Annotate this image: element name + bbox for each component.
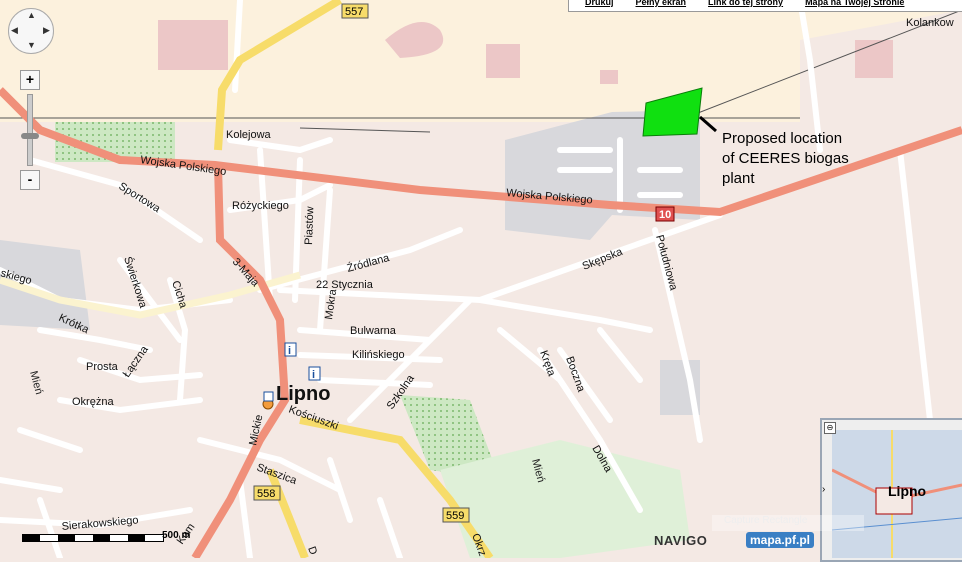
- svg-text:558: 558: [257, 488, 275, 500]
- annotation-line-2: of CEERES biogas: [722, 150, 849, 167]
- navigo-logo: NAVIGO: [654, 533, 708, 548]
- mapa-pf-logo[interactable]: mapa.pf.pl: [746, 532, 815, 548]
- pan-left-icon[interactable]: ◀: [11, 25, 18, 36]
- scale-bar: [22, 534, 164, 542]
- street-label-prosta: Prosta: [86, 361, 119, 373]
- street-label-kilinskiego: Kilińskiego: [352, 349, 405, 361]
- overview-map[interactable]: Lipno ⊖: [820, 418, 962, 562]
- building-block: [158, 20, 228, 70]
- building-block: [600, 70, 618, 84]
- overview-toggle-icon[interactable]: ›: [822, 484, 825, 495]
- building-block: [486, 44, 520, 78]
- poi-icon[interactable]: [263, 391, 274, 402]
- zoom-slider-track[interactable]: [21, 94, 39, 166]
- pan-control[interactable]: ▲ ◀ ▶ ▼: [8, 8, 54, 54]
- zoom-control: + -: [20, 70, 40, 190]
- map-canvas[interactable]: Proposed location of CEERES biogas plant…: [0, 0, 962, 558]
- route-shield-558: 558: [253, 485, 281, 501]
- link-to-page[interactable]: Link do tej strony: [692, 0, 789, 11]
- zoom-in-button[interactable]: +: [20, 70, 40, 90]
- zoom-out-button[interactable]: -: [20, 170, 40, 190]
- svg-text:557: 557: [345, 6, 363, 18]
- overview-city-label: Lipno: [888, 483, 927, 499]
- print-link[interactable]: Drukuj: [569, 0, 620, 11]
- city-label-lipno: Lipno: [276, 383, 330, 405]
- street-label-piastow: Piastów: [303, 206, 316, 245]
- street-label-bulwarna: Bulwarna: [350, 325, 397, 337]
- map-on-your-site-link[interactable]: Mapa na Twojej Stronie: [789, 0, 910, 11]
- route-shield-559: 559: [442, 507, 470, 523]
- fullscreen-link[interactable]: Pełny ekran: [620, 0, 693, 11]
- building-block: [855, 40, 893, 78]
- top-links-bar: Drukuj Pełny ekran Link do tej strony Ma…: [568, 0, 962, 12]
- svg-text:10: 10: [659, 209, 671, 221]
- street-label-okrezna: Okrężna: [72, 396, 114, 408]
- route-shield-10: 10: [655, 206, 675, 222]
- info-point-glyph: i: [312, 369, 315, 381]
- street-label-22-stycznia: 22 Stycznia: [316, 279, 374, 291]
- pan-up-icon[interactable]: ▲: [27, 10, 36, 20]
- scale-label: 500 m: [162, 530, 191, 541]
- annotation-line-1: Proposed location: [722, 130, 842, 147]
- zoom-slider-thumb[interactable]: [21, 133, 39, 139]
- place-label-kolankowo: Kolankow: [906, 17, 954, 29]
- info-point-glyph: i: [288, 345, 291, 357]
- capture-rectangle[interactable]: Capture Rectangle: [712, 515, 864, 531]
- pan-right-icon[interactable]: ▶: [43, 25, 50, 36]
- route-shield-557: 557: [341, 3, 369, 19]
- pan-down-icon[interactable]: ▼: [27, 40, 36, 50]
- annotation-line-3: plant: [722, 170, 755, 187]
- overview-zoom-icon[interactable]: ⊖: [824, 422, 836, 434]
- street-label-kolejowa: Kolejowa: [226, 129, 272, 141]
- street-label-rozyckiego: Różyckiego: [232, 200, 289, 212]
- svg-text:559: 559: [446, 510, 464, 522]
